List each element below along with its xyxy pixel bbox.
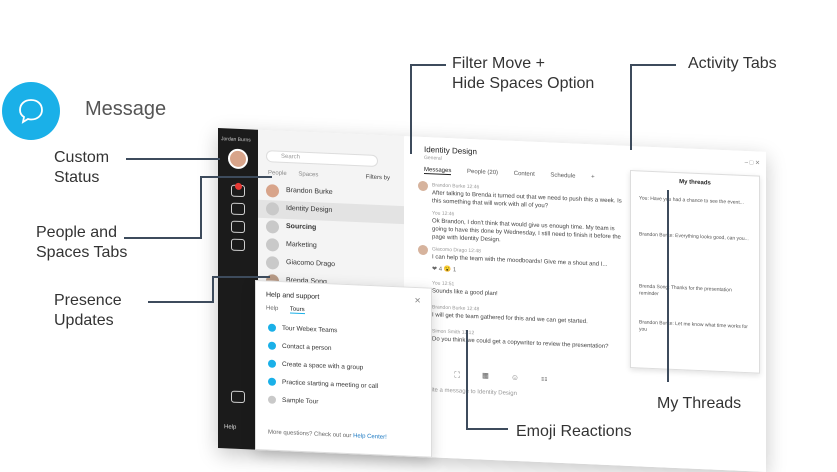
help-tabs: Help Tours xyxy=(266,305,315,315)
close-icon[interactable]: ✕ xyxy=(414,296,421,305)
check-icon xyxy=(268,323,276,332)
callout-line xyxy=(410,64,412,154)
help-item[interactable]: Tour Webex Teams xyxy=(268,323,337,335)
callout-my-threads: My Threads xyxy=(657,395,742,412)
callout-line xyxy=(468,428,508,430)
message: Brandon Burke 12:46 After talking to Bren… xyxy=(418,180,628,214)
apps-icon[interactable] xyxy=(231,390,245,404)
tab-add[interactable]: + xyxy=(591,174,595,180)
meetings-icon[interactable] xyxy=(231,238,245,252)
callout-line xyxy=(200,176,272,178)
avatar xyxy=(418,244,428,256)
tab-people[interactable]: People (20) xyxy=(467,169,498,176)
callout-activity-tabs: Activity Tabs xyxy=(688,55,777,72)
avatar xyxy=(266,256,279,270)
help-footer: More questions? Check out our Help Cente… xyxy=(268,429,387,441)
help-item[interactable]: Create a space with a group xyxy=(268,359,363,372)
message: You 12:51 Sounds like a good plan! xyxy=(432,280,498,298)
people-icon[interactable] xyxy=(231,202,245,216)
tab-help[interactable]: Help xyxy=(266,305,278,312)
activity-tabs: Messages People (20) Content Schedule + xyxy=(424,166,609,181)
message-icon[interactable] xyxy=(231,182,245,198)
callout-line xyxy=(148,301,214,303)
chat-bubble-icon xyxy=(19,99,43,124)
callout-line xyxy=(630,64,632,150)
space-subtitle: General xyxy=(424,154,442,162)
people-spaces-tabs: People Spaces xyxy=(268,170,328,179)
message: You 12:46 Ok Brandon, I don't think that … xyxy=(432,210,621,244)
tab-content[interactable]: Content xyxy=(514,171,535,178)
help-button[interactable]: Help xyxy=(224,424,236,431)
message-logo xyxy=(2,82,60,140)
callout-line xyxy=(466,330,468,430)
user-name: Jordan Burns xyxy=(221,136,251,144)
avatar xyxy=(418,180,428,192)
notification-badge xyxy=(235,182,242,191)
avatar xyxy=(266,220,279,234)
logo-label: Message xyxy=(85,98,167,120)
help-item[interactable]: Sample Tour xyxy=(268,395,318,406)
compose-toolbar[interactable]: ☺ ⛶ ▦ ☺ ☷ xyxy=(424,369,557,385)
callout-line xyxy=(124,237,202,239)
check-icon xyxy=(268,377,276,386)
emoji-reactions[interactable]: ❤ 4 😮 1 xyxy=(432,265,456,273)
callout-line xyxy=(200,176,202,238)
search-input[interactable]: Search xyxy=(266,150,378,167)
callout-filter-move: Filter Move + Hide Spaces Option xyxy=(452,55,595,92)
callout-line xyxy=(212,276,270,278)
thread-item[interactable]: Brenda Song: Thanks for the presentation… xyxy=(639,283,749,302)
help-center-link[interactable]: Help Center! xyxy=(353,433,387,440)
help-support-panel: Help and support ✕ Help Tours Tour Webex… xyxy=(255,280,432,458)
window-controls[interactable]: – □ ✕ xyxy=(745,159,760,167)
tab-spaces[interactable]: Spaces xyxy=(298,172,318,179)
thread-item[interactable]: Brandon Burke: Everything looks good, ca… xyxy=(639,231,749,243)
message: Simon Smith 13:12 Do you think we could g… xyxy=(418,326,628,352)
callout-emoji-reactions: Emoji Reactions xyxy=(516,423,632,440)
help-item[interactable]: Practice starting a meeting or call xyxy=(268,377,378,391)
callout-line xyxy=(212,276,214,303)
circle-icon xyxy=(268,395,276,404)
check-icon xyxy=(268,359,276,368)
check-icon xyxy=(268,341,276,350)
callout-line xyxy=(667,190,669,382)
callout-line xyxy=(630,64,676,66)
avatar xyxy=(266,238,279,252)
avatar xyxy=(266,184,279,198)
call-icon[interactable] xyxy=(231,220,245,234)
help-title: Help and support xyxy=(266,291,320,301)
my-threads-panel: My threads You: Have you had a chance to… xyxy=(630,169,760,374)
threads-title: My threads xyxy=(679,179,711,187)
tab-schedule[interactable]: Schedule xyxy=(550,173,575,180)
message: Brandon Burke 12:48 I will get the team g… xyxy=(418,302,628,328)
help-item[interactable]: Contact a person xyxy=(268,341,332,353)
callout-people-spaces: People and Spaces Tabs xyxy=(36,224,128,261)
callout-line xyxy=(410,64,446,66)
callout-presence: Presence Updates xyxy=(54,292,122,329)
tab-messages[interactable]: Messages xyxy=(424,166,452,176)
thread-item[interactable]: You: Have you had a chance to see the ev… xyxy=(639,195,749,207)
callout-custom-status: Custom Status xyxy=(54,149,110,186)
avatar xyxy=(266,202,279,216)
tab-tours[interactable]: Tours xyxy=(289,306,305,315)
message-input[interactable]: Write a message to Identity Design xyxy=(424,387,517,397)
filters-button[interactable]: Filters by xyxy=(366,174,390,181)
avatar[interactable] xyxy=(228,148,248,170)
callout-line xyxy=(126,158,220,160)
thread-item[interactable]: Brandon Burke: Let me know what time wor… xyxy=(639,319,749,338)
